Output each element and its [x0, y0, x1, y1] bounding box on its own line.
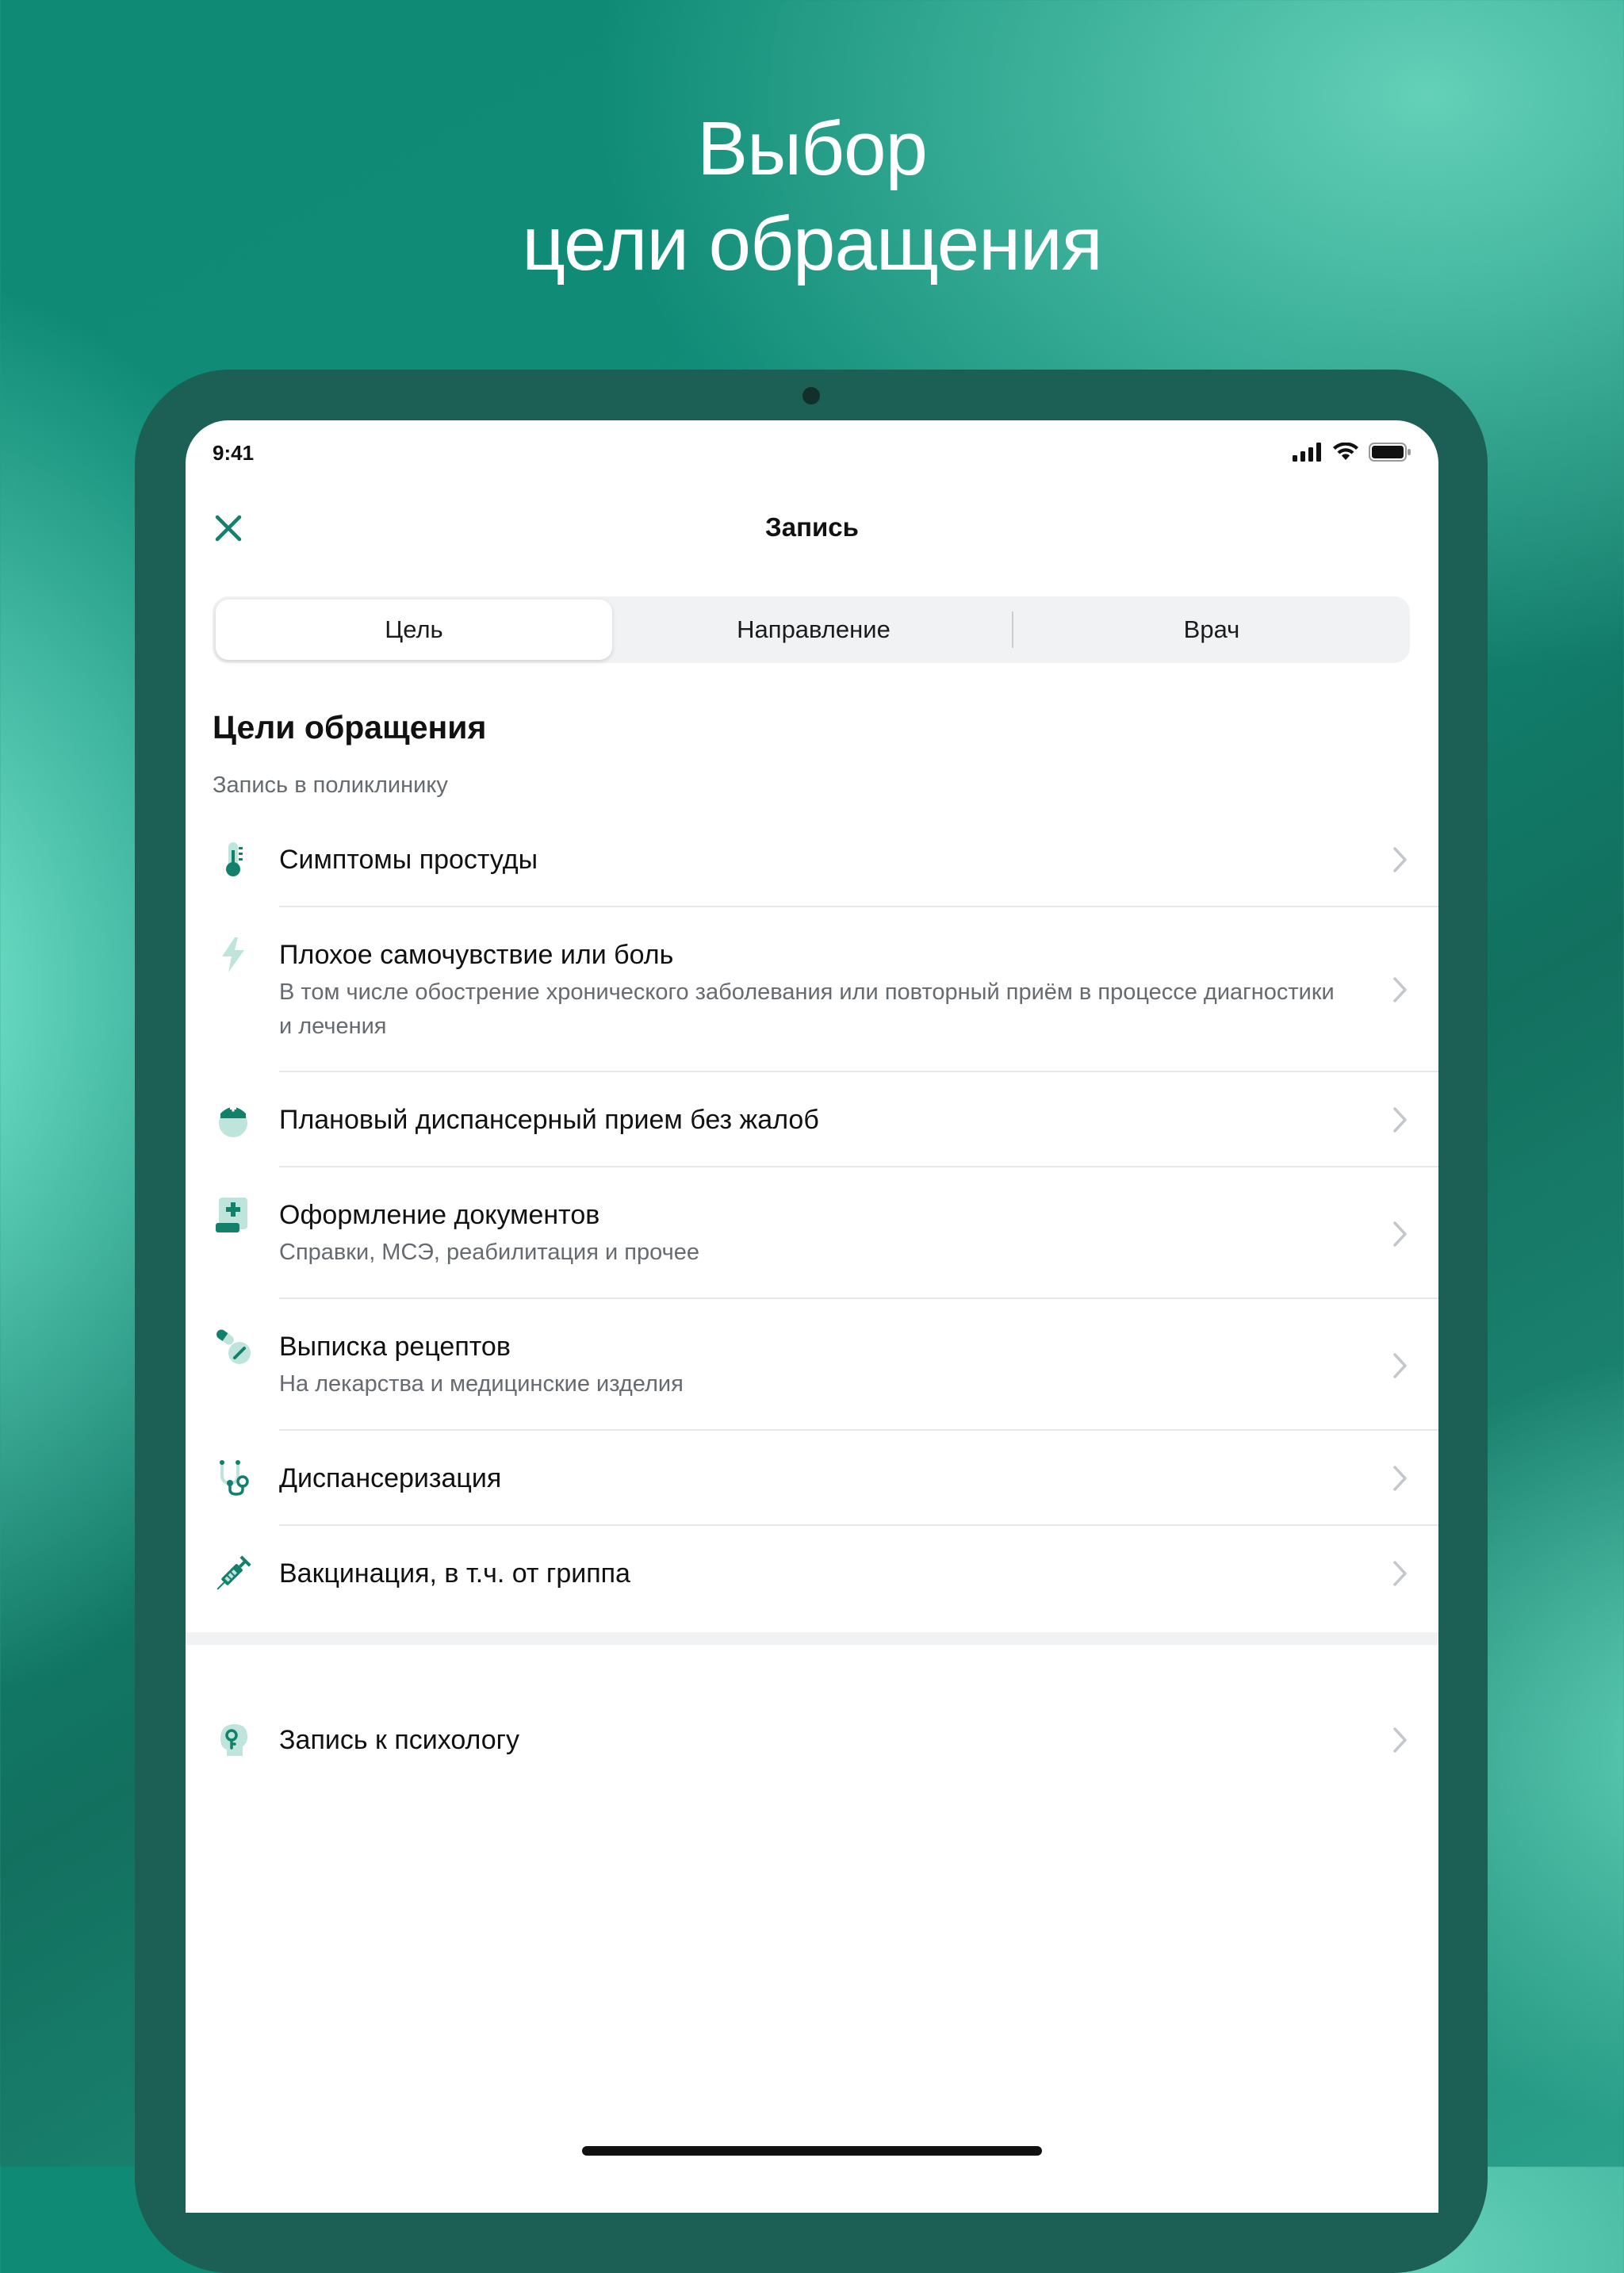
stethoscope-icon — [220, 1460, 249, 1496]
lightning-icon — [222, 937, 244, 972]
list-item-planned[interactable]: Плановый диспансерный прием без жалоб — [186, 1072, 1438, 1167]
chevron-right-icon — [1393, 847, 1407, 872]
chevron-right-icon — [1393, 1107, 1407, 1133]
promo-headline: Выбор цели обращения — [0, 102, 1624, 292]
chevron-right-icon — [1393, 977, 1407, 1002]
chevron-right-icon — [1393, 1561, 1407, 1586]
chevron-right-icon — [1393, 1353, 1407, 1378]
battery-icon — [1369, 443, 1411, 462]
section-separator — [186, 1632, 1438, 1645]
item-title: Симптомы простуды — [279, 845, 538, 875]
item-title: Плохое самочувствие или боль — [279, 940, 674, 970]
list-item-documents[interactable]: Оформление документов Справки, МСЭ, реаб… — [186, 1167, 1438, 1299]
item-title: Диспансеризация — [279, 1463, 502, 1493]
segmented-control: Цель Направление Врач — [213, 596, 1410, 663]
cellular-signal-icon — [1293, 443, 1321, 462]
tab-goal[interactable]: Цель — [216, 600, 612, 660]
list-item-vaccination[interactable]: Вакцинация, в т.ч. от гриппа — [186, 1526, 1438, 1621]
chevron-right-icon — [1393, 1727, 1407, 1753]
pills-icon — [216, 1329, 251, 1364]
item-title: Плановый диспансерный прием без жалоб — [279, 1105, 819, 1135]
item-title: Вакцинация, в т.ч. от гриппа — [279, 1558, 630, 1589]
list-item-psychologist[interactable]: Запись к психологу — [186, 1692, 1438, 1788]
item-title: Запись к психологу — [279, 1725, 520, 1755]
section-title: Цели обращения — [213, 709, 487, 746]
tab-direction[interactable]: Направление — [615, 600, 1012, 660]
list-item-cold[interactable]: Симптомы простуды — [186, 812, 1438, 907]
item-subtitle: На лекарства и медицинские изделия — [279, 1371, 684, 1397]
status-time: 9:41 — [213, 441, 255, 465]
head-key-icon — [220, 1724, 247, 1756]
home-indicator[interactable] — [582, 2146, 1042, 2156]
item-subtitle: Справки, МСЭ, реабилитация и прочее — [279, 1240, 699, 1265]
list-item-examination[interactable]: Диспансеризация — [186, 1431, 1438, 1526]
status-icons — [1293, 443, 1411, 462]
app-screen: 9:41 Запись Цель Направление Врач Цели о… — [186, 420, 1438, 2213]
nav-title: Запись — [765, 512, 859, 542]
headline-line-1: Выбор — [697, 106, 928, 191]
syringe-icon — [216, 1555, 251, 1590]
item-subtitle: В том числе обострение хронического забо… — [279, 979, 1335, 1039]
chevron-right-icon — [1393, 1221, 1407, 1247]
tab-doctor[interactable]: Врач — [1013, 600, 1410, 660]
headline-line-2: цели обращения — [522, 201, 1103, 286]
wifi-icon — [1333, 443, 1358, 460]
camera-icon — [802, 387, 820, 404]
item-title: Выписка рецептов — [279, 1332, 511, 1362]
medical-document-icon — [216, 1198, 247, 1232]
thermometer-icon — [226, 842, 243, 876]
chevron-right-icon — [1393, 1466, 1407, 1491]
nurse-icon — [219, 1105, 247, 1137]
list-item-pain[interactable]: Плохое самочувствие или боль В том числе… — [186, 907, 1438, 1072]
item-title: Оформление документов — [279, 1200, 600, 1230]
section-subtitle: Запись в поликлинику — [213, 772, 448, 798]
goals-list: Симптомы простуды Плохое самочувствие ил… — [186, 812, 1438, 1621]
list-item-prescriptions[interactable]: Выписка рецептов На лекарства и медицинс… — [186, 1299, 1438, 1431]
